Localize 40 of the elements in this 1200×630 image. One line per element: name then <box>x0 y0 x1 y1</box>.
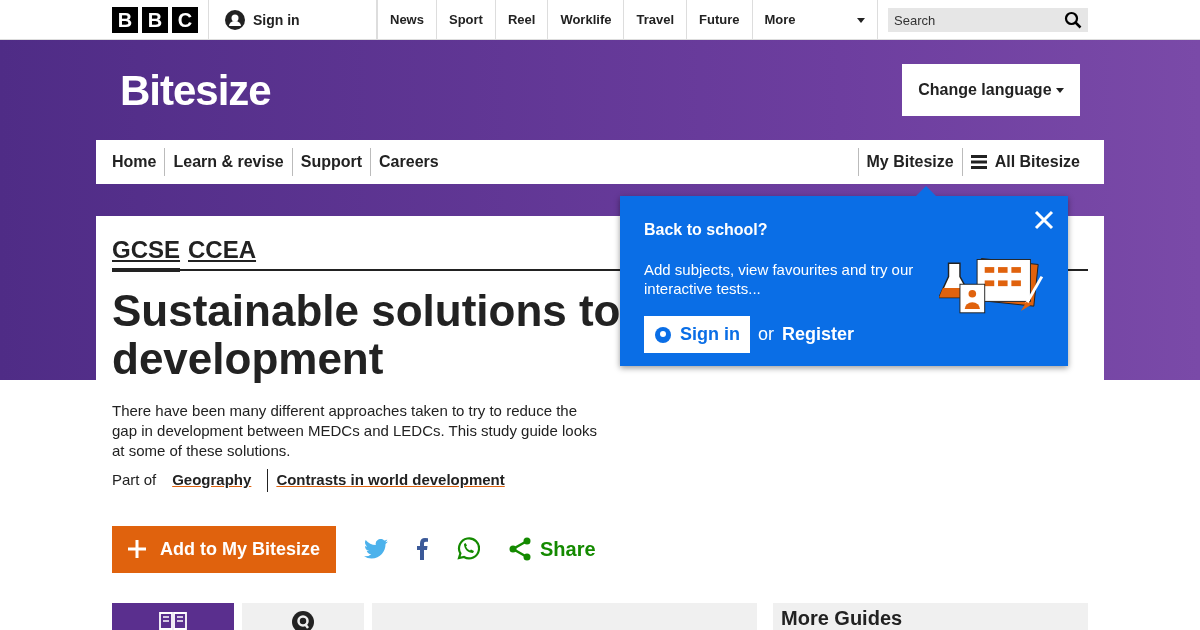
site-nav-link[interactable]: My Bitesize <box>857 148 962 176</box>
more-guides-heading: More Guides <box>773 602 1088 630</box>
quiz-tab[interactable] <box>242 602 364 630</box>
bbc-logo[interactable]: B B C <box>112 0 209 40</box>
search-icon <box>1064 11 1082 29</box>
share-button[interactable]: Share <box>508 534 596 564</box>
read-tab[interactable] <box>112 602 234 630</box>
popup-text: Add subjects, view favourites and try our interactive tests... <box>644 260 915 299</box>
or-text: or <box>758 323 774 346</box>
topic-link[interactable]: Contrasts in world development <box>267 469 513 492</box>
level-tab[interactable]: CCEA <box>188 232 257 272</box>
page-title: Sustainable solutions to development <box>112 287 622 383</box>
user-icon <box>225 10 245 30</box>
menu-icon <box>970 155 987 169</box>
site-nav-link[interactable]: Support <box>291 148 371 176</box>
site-nav-link[interactable]: Careers <box>370 148 447 176</box>
site-nav-link[interactable]: All Bitesize <box>961 148 1088 176</box>
popup-heading: Back to school? <box>644 220 769 240</box>
plus-icon <box>128 540 146 558</box>
site-nav-link[interactable]: Learn & revise <box>164 148 292 176</box>
close-button[interactable] <box>1034 210 1054 230</box>
whatsapp-icon[interactable] <box>456 537 480 561</box>
share-icon <box>508 537 532 561</box>
level-tab[interactable]: GCSE <box>112 232 180 272</box>
bitesize-logo[interactable]: Bitesize <box>120 58 271 122</box>
part-of-label: Part of <box>112 470 157 490</box>
caret-icon <box>1056 88 1064 94</box>
book-icon <box>159 610 187 630</box>
register-link[interactable]: Register <box>782 321 855 348</box>
add-to-my-bitesize-button[interactable]: Add to My Bitesize <box>112 525 336 573</box>
user-icon <box>654 325 672 344</box>
site-nav-link[interactable]: Home <box>112 148 165 176</box>
caret-icon <box>857 17 865 23</box>
question-icon <box>292 610 314 630</box>
change-language-button[interactable]: Change language <box>902 64 1080 116</box>
search-field[interactable]: Search <box>888 8 1088 32</box>
topic-link[interactable]: Geography <box>164 469 260 492</box>
summary-text: There have been many different approaches taken to try to reduce the gap in development between MEDCs and LEDCs. This study guide looks at some of these solutions. <box>112 401 598 461</box>
popup-sign-in-button[interactable]: Sign in <box>644 316 750 353</box>
facebook-icon[interactable] <box>416 538 428 560</box>
